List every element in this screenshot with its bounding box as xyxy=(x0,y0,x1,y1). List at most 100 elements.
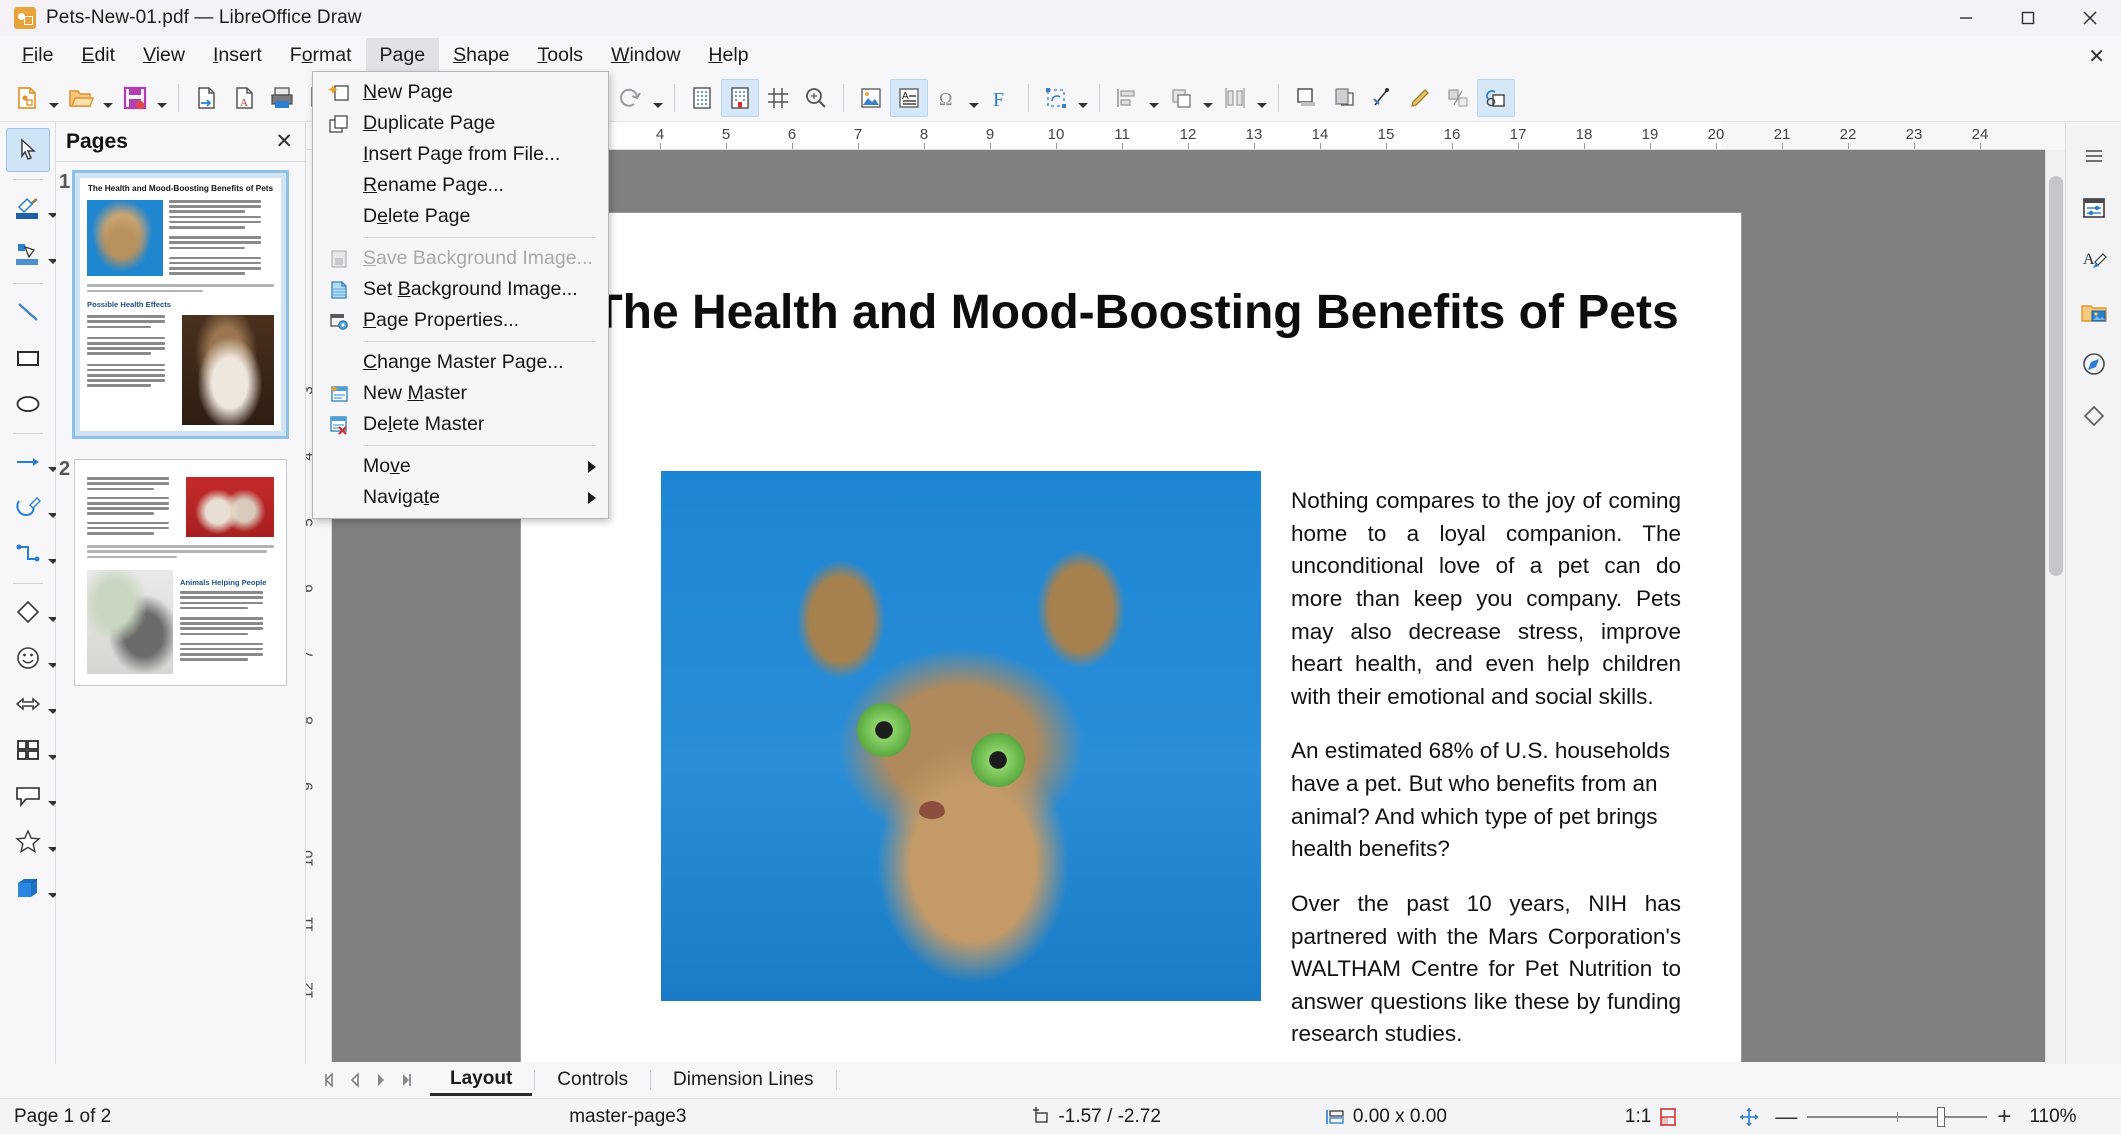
layer-tab-layout[interactable]: Layout xyxy=(430,1065,532,1096)
close-icon[interactable]: ✕ xyxy=(275,129,293,154)
connectors-tool[interactable] xyxy=(6,532,50,576)
export-pdf-icon[interactable]: A xyxy=(225,79,263,117)
menu-view[interactable]: View xyxy=(129,38,199,72)
gallery-deck-icon[interactable] xyxy=(2071,286,2117,338)
menu-item-insert-page-from-file[interactable]: Insert Page from File... xyxy=(313,139,608,170)
toggle-extrusion-icon[interactable] xyxy=(1439,79,1477,117)
block-arrows-tool[interactable] xyxy=(6,682,50,726)
zoom-percent[interactable]: 110% xyxy=(2011,1106,2090,1128)
page-thumbnail-1[interactable]: 1 The Health and Mood-Boosting Benefits … xyxy=(74,172,287,437)
menu-window[interactable]: Window xyxy=(597,38,694,72)
menu-file[interactable]: File xyxy=(8,38,67,72)
sidebar-settings-icon[interactable] xyxy=(2071,130,2117,182)
transformations-dropdown[interactable] xyxy=(1075,79,1091,117)
previous-page-button[interactable] xyxy=(342,1067,368,1093)
page-thumbnail-2[interactable]: 2 xyxy=(74,459,287,686)
vertical-scrollbar-thumb[interactable] xyxy=(2049,176,2063,576)
open-dropdown[interactable] xyxy=(100,79,116,117)
flowchart-shapes-tool[interactable] xyxy=(6,728,50,772)
maximize-button[interactable] xyxy=(1997,0,2059,36)
fontwork-icon[interactable]: F xyxy=(982,79,1020,117)
layer-tab-dimension-lines[interactable]: Dimension Lines xyxy=(653,1066,833,1094)
curves-and-polygons-tool[interactable] xyxy=(6,486,50,530)
menu-item-new-master[interactable]: New Master xyxy=(313,378,608,409)
insert-image-icon[interactable] xyxy=(852,79,890,117)
styles-deck-icon[interactable]: A xyxy=(2071,234,2117,286)
crop-icon[interactable] xyxy=(1325,79,1363,117)
zoom-out-button[interactable]: — xyxy=(1775,1104,1797,1130)
fill-color-tool[interactable] xyxy=(6,186,50,230)
save-icon[interactable] xyxy=(116,79,154,117)
page-sheet[interactable]: The Health and Mood-Boosting Benefits of… xyxy=(520,212,1742,1064)
properties-deck-icon[interactable] xyxy=(2071,182,2117,234)
page-menu-dropdown[interactable]: New Page Duplicate Page Insert Page from… xyxy=(312,71,609,519)
layer-tab-controls[interactable]: Controls xyxy=(537,1066,648,1094)
stars-and-banners-tool[interactable] xyxy=(6,820,50,864)
3d-objects-tool[interactable] xyxy=(6,866,50,910)
helplines-icon[interactable] xyxy=(759,79,797,117)
zoom-slider[interactable]: — + xyxy=(1761,1103,2011,1131)
show-draw-functions-icon[interactable] xyxy=(1477,79,1515,117)
callout-shapes-tool[interactable] xyxy=(6,774,50,818)
minimize-button[interactable] xyxy=(1935,0,1997,36)
export-icon[interactable] xyxy=(187,79,225,117)
transformations-icon[interactable] xyxy=(1037,79,1075,117)
open-icon[interactable] xyxy=(62,79,100,117)
menu-edit[interactable]: Edit xyxy=(67,38,129,72)
insert-text-box-icon[interactable]: A xyxy=(890,79,928,117)
filter-icon[interactable] xyxy=(1363,79,1401,117)
scale-factor[interactable]: 1:1 xyxy=(1611,1106,1657,1128)
next-page-button[interactable] xyxy=(368,1067,394,1093)
select-tool[interactable] xyxy=(6,128,50,172)
menu-item-change-master-page[interactable]: Change Master Page... xyxy=(313,347,608,378)
special-char-dropdown[interactable] xyxy=(966,79,982,117)
new-dropdown[interactable] xyxy=(46,79,62,117)
menu-item-page-properties[interactable]: Page Properties... xyxy=(313,305,608,336)
last-page-button[interactable] xyxy=(394,1067,420,1093)
fit-slide-icon[interactable] xyxy=(1737,1105,1761,1129)
insert-special-character-icon[interactable]: Ω xyxy=(928,79,966,117)
display-grid-icon[interactable] xyxy=(683,79,721,117)
zoom-icon[interactable] xyxy=(797,79,835,117)
document-title[interactable]: The Health and Mood-Boosting Benefits of… xyxy=(591,285,1681,341)
menu-help[interactable]: Help xyxy=(694,38,762,72)
print-icon[interactable] xyxy=(263,79,301,117)
shapes-deck-icon[interactable] xyxy=(2071,390,2117,442)
document-body-text[interactable]: Nothing compares to the joy of coming ho… xyxy=(1291,485,1681,1064)
menu-item-move[interactable]: Move xyxy=(313,451,608,482)
close-button[interactable] xyxy=(2059,0,2121,36)
fit-page-icon[interactable] xyxy=(1657,1106,1679,1128)
menu-shape[interactable]: Shape xyxy=(439,38,523,72)
redo-dropdown[interactable] xyxy=(650,79,666,117)
navigator-deck-icon[interactable] xyxy=(2071,338,2117,390)
menu-item-delete-page[interactable]: Delete Page xyxy=(313,201,608,232)
insert-line-tool[interactable] xyxy=(6,290,50,334)
save-dropdown[interactable] xyxy=(154,79,170,117)
menu-item-duplicate-page[interactable]: Duplicate Page xyxy=(313,108,608,139)
distribute-dropdown[interactable] xyxy=(1254,79,1270,117)
zoom-slider-track[interactable] xyxy=(1807,1116,1987,1118)
menu-format[interactable]: Format xyxy=(276,38,366,72)
close-document-icon[interactable]: ✕ xyxy=(2088,44,2105,69)
basic-shapes-tool[interactable] xyxy=(6,590,50,634)
symbol-shapes-tool[interactable] xyxy=(6,636,50,680)
menu-item-set-background-image[interactable]: Set Background Image... xyxy=(313,274,608,305)
menu-insert[interactable]: Insert xyxy=(199,38,276,72)
vertical-scrollbar[interactable] xyxy=(2045,150,2065,1064)
toggle-point-edit-icon[interactable] xyxy=(1401,79,1439,117)
menu-page[interactable]: Page xyxy=(366,38,440,72)
align-objects-icon[interactable] xyxy=(1108,79,1146,117)
align-dropdown[interactable] xyxy=(1146,79,1162,117)
rectangle-tool[interactable] xyxy=(6,336,50,380)
menu-item-navigate[interactable]: Navigate xyxy=(313,482,608,513)
line-color-tool[interactable] xyxy=(6,232,50,276)
first-page-button[interactable] xyxy=(316,1067,342,1093)
snap-to-grid-icon[interactable] xyxy=(721,79,759,117)
menu-tools[interactable]: Tools xyxy=(524,38,598,72)
zoom-in-button[interactable]: + xyxy=(1997,1103,2011,1131)
redo-icon[interactable] xyxy=(612,79,650,117)
ellipse-tool[interactable] xyxy=(6,382,50,426)
menu-item-new-page[interactable]: New Page xyxy=(313,77,608,108)
arrange-dropdown[interactable] xyxy=(1200,79,1216,117)
distribute-icon[interactable] xyxy=(1216,79,1254,117)
